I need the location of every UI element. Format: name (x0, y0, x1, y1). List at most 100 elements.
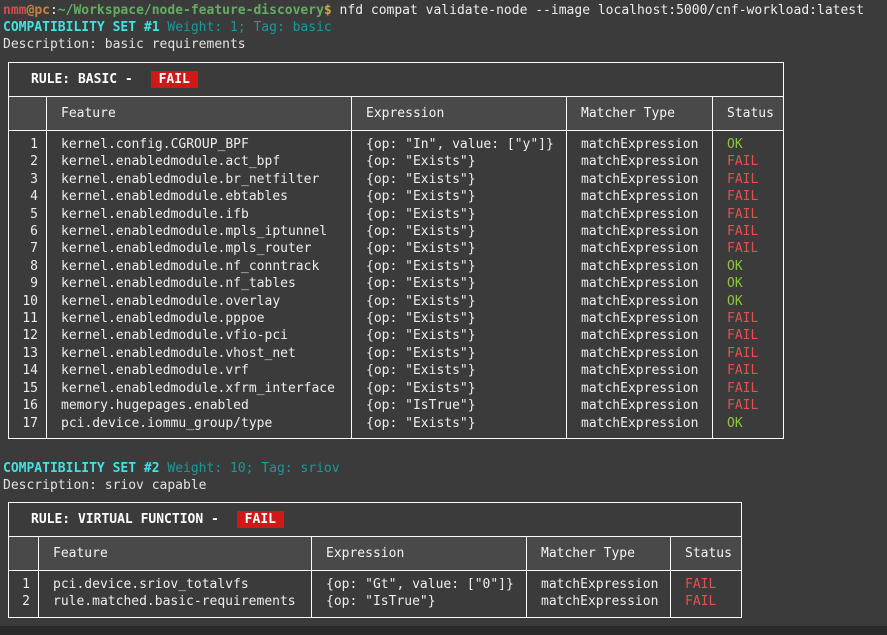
column-header-index (9, 97, 47, 131)
expression-cell: {op: "Gt", value: ["0"]} (312, 570, 527, 593)
row-number: 7 (9, 240, 47, 257)
column-header-feature: Feature (39, 536, 312, 570)
compat-set-2-title-line: COMPATIBILITY SET #2 Weight: 10; Tag: sr… (3, 460, 887, 477)
status-cell: FAIL (713, 327, 784, 344)
feature-cell: kernel.enabledmodule.ebtables (47, 188, 352, 205)
compat-set-description: Description: basic requirements (3, 36, 887, 53)
matcher-type-cell: matchExpression (567, 380, 713, 397)
column-header-feature: Feature (47, 97, 352, 131)
row-number: 15 (9, 380, 47, 397)
feature-cell: kernel.enabledmodule.br_netfilter (47, 171, 352, 188)
row-number: 9 (9, 275, 47, 292)
table-row: 6kernel.enabledmodule.mpls_iptunnel{op: … (9, 223, 784, 240)
matcher-type-cell: matchExpression (567, 397, 713, 414)
expression-cell: {op: "Exists"} (352, 240, 567, 257)
row-number: 2 (9, 153, 47, 170)
row-number: 13 (9, 345, 47, 362)
status-cell: OK (713, 131, 784, 154)
rule-header-row: RULE: VIRTUAL FUNCTION - FAIL (9, 502, 742, 536)
expression-cell: {op: "IsTrue"} (352, 397, 567, 414)
row-number: 6 (9, 223, 47, 240)
table-row: 4kernel.enabledmodule.ebtables{op: "Exis… (9, 188, 784, 205)
expression-cell: {op: "Exists"} (352, 415, 567, 439)
row-number: 12 (9, 327, 47, 344)
matcher-type-cell: matchExpression (567, 362, 713, 379)
matcher-type-cell: matchExpression (567, 131, 713, 154)
row-number: 4 (9, 188, 47, 205)
expression-cell: {op: "Exists"} (352, 258, 567, 275)
feature-cell: pci.device.iommu_group/type (47, 415, 352, 439)
compat-set-1: COMPATIBILITY SET #1 Weight: 1; Tag: bas… (3, 19, 887, 439)
status-cell: OK (713, 415, 784, 439)
row-number: 16 (9, 397, 47, 414)
feature-cell: kernel.enabledmodule.nf_tables (47, 275, 352, 292)
table-row: 3kernel.enabledmodule.br_netfilter{op: "… (9, 171, 784, 188)
expression-cell: {op: "Exists"} (352, 153, 567, 170)
status-cell: FAIL (713, 188, 784, 205)
compat-set-meta: Weight: 10; Tag: sriov (160, 461, 340, 476)
table-row: 13kernel.enabledmodule.vhost_net{op: "Ex… (9, 345, 784, 362)
expression-cell: {op: "Exists"} (352, 223, 567, 240)
matcher-type-cell: matchExpression (567, 415, 713, 439)
matcher-type-cell: matchExpression (567, 345, 713, 362)
table-row: 11kernel.enabledmodule.pppoe{op: "Exists… (9, 310, 784, 327)
matcher-type-cell: matchExpression (567, 188, 713, 205)
column-header-row: Feature Expression Matcher Type Status (9, 97, 784, 131)
matcher-type-cell: matchExpression (527, 570, 671, 593)
feature-cell: pci.device.sriov_totalvfs (39, 570, 312, 593)
status-cell: FAIL (713, 310, 784, 327)
status-cell: FAIL (713, 380, 784, 397)
feature-cell: kernel.enabledmodule.vrf (47, 362, 352, 379)
expression-cell: {op: "Exists"} (352, 293, 567, 310)
table-row: 12kernel.enabledmodule.vfio-pci{op: "Exi… (9, 327, 784, 344)
expression-cell: {op: "Exists"} (352, 310, 567, 327)
row-number: 10 (9, 293, 47, 310)
compat-set-description: Description: sriov capable (3, 477, 887, 494)
row-number: 5 (9, 206, 47, 223)
matcher-type-cell: matchExpression (567, 206, 713, 223)
status-cell: FAIL (713, 362, 784, 379)
status-cell: FAIL (713, 171, 784, 188)
expression-cell: {op: "Exists"} (352, 275, 567, 292)
row-number: 8 (9, 258, 47, 275)
prompt-host: pc (34, 3, 50, 18)
expression-cell: {op: "Exists"} (352, 345, 567, 362)
compat-set-meta: Weight: 1; Tag: basic (160, 20, 332, 35)
feature-cell: kernel.enabledmodule.xfrm_interface (47, 380, 352, 397)
table-row: 7kernel.enabledmodule.mpls_router{op: "E… (9, 240, 784, 257)
rule-status-badge: FAIL (151, 71, 198, 88)
expression-cell: {op: "Exists"} (352, 327, 567, 344)
status-cell: FAIL (671, 570, 742, 593)
expression-cell: {op: "Exists"} (352, 362, 567, 379)
terminal-command: nfd compat validate-node --image localho… (332, 3, 864, 18)
status-cell: OK (713, 293, 784, 310)
matcher-type-cell: matchExpression (567, 258, 713, 275)
table-row: 5kernel.enabledmodule.ifb{op: "Exists"}m… (9, 206, 784, 223)
feature-cell: memory.hugepages.enabled (47, 397, 352, 414)
table-row: 1kernel.config.CGROUP_BPF{op: "In", valu… (9, 131, 784, 154)
row-number: 3 (9, 171, 47, 188)
matcher-type-cell: matchExpression (567, 293, 713, 310)
feature-cell: kernel.enabledmodule.ifb (47, 206, 352, 223)
column-header-matcher-type: Matcher Type (527, 536, 671, 570)
row-number: 2 (9, 593, 39, 617)
expression-cell: {op: "IsTrue"} (312, 593, 527, 617)
status-cell: FAIL (713, 206, 784, 223)
matcher-type-cell: matchExpression (567, 153, 713, 170)
matcher-type-cell: matchExpression (567, 223, 713, 240)
table-row: 14kernel.enabledmodule.vrf{op: "Exists"}… (9, 362, 784, 379)
prompt-user: nmm (3, 3, 26, 18)
terminal-window[interactable]: nmm@pc:~/Workspace/node-feature-discover… (0, 0, 887, 635)
row-number: 1 (9, 131, 47, 154)
feature-cell: kernel.enabledmodule.overlay (47, 293, 352, 310)
feature-cell: kernel.enabledmodule.vfio-pci (47, 327, 352, 344)
feature-cell: kernel.enabledmodule.mpls_iptunnel (47, 223, 352, 240)
terminal-prompt-line: nmm@pc:~/Workspace/node-feature-discover… (3, 2, 887, 19)
column-header-expression: Expression (352, 97, 567, 131)
feature-cell: kernel.config.CGROUP_BPF (47, 131, 352, 154)
row-number: 14 (9, 362, 47, 379)
prompt-symbol: $ (324, 3, 332, 18)
compat-set-title: COMPATIBILITY SET #1 (3, 20, 160, 35)
feature-cell: kernel.enabledmodule.act_bpf (47, 153, 352, 170)
rule-header: RULE: VIRTUAL FUNCTION - FAIL (9, 502, 742, 536)
